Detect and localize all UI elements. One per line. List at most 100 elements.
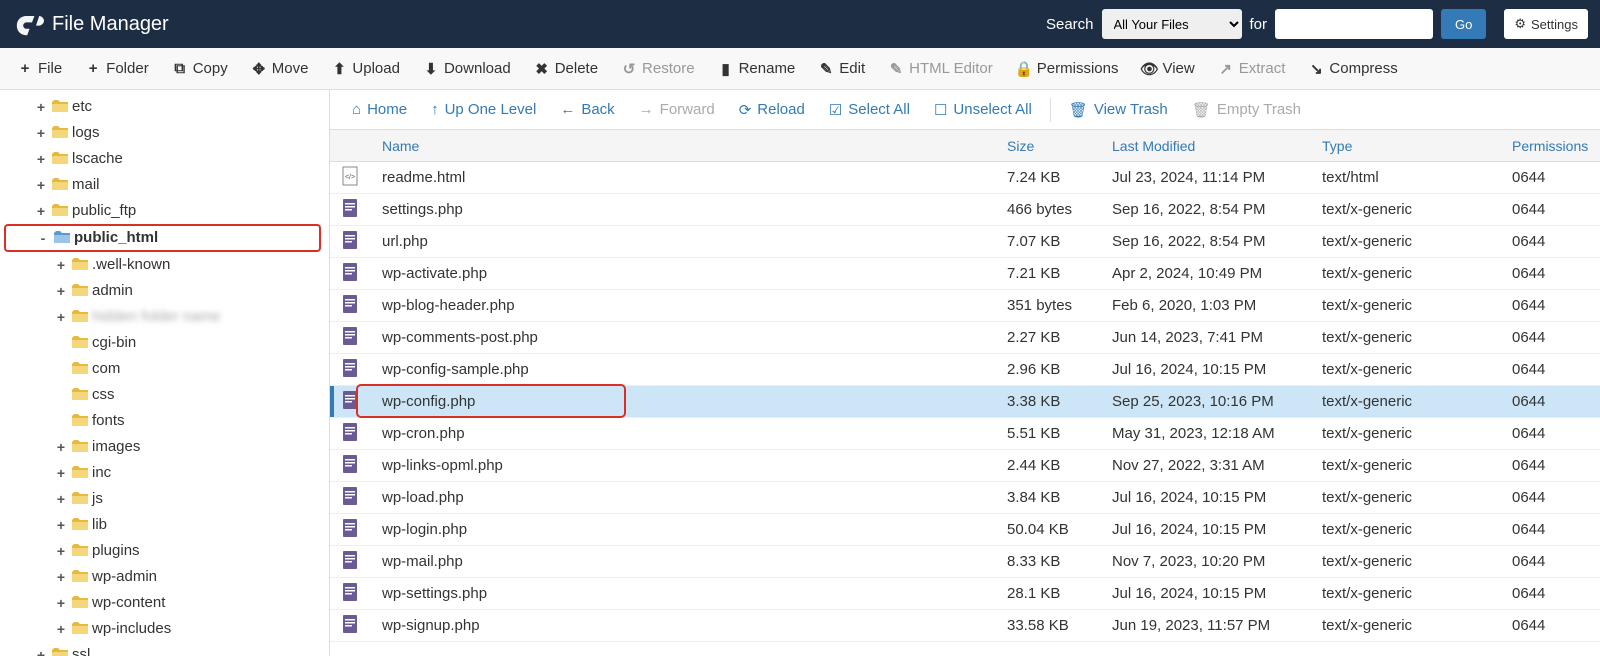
file-row[interactable]: wp-signup.php 33.58 KB Jun 19, 2023, 11:…: [330, 610, 1600, 642]
download-icon: ⬇: [424, 62, 438, 76]
file-row[interactable]: wp-config.php 3.38 KB Sep 25, 2023, 10:1…: [330, 386, 1600, 418]
file-type: text/html: [1310, 169, 1500, 186]
tree-node-ssl[interactable]: +ssl: [4, 642, 321, 656]
tree-node-css[interactable]: css: [4, 382, 321, 408]
tree-node-com[interactable]: com: [4, 356, 321, 382]
tree-node-wp-includes[interactable]: +wp-includes: [4, 616, 321, 642]
file-row[interactable]: wp-config-sample.php 2.96 KB Jul 16, 202…: [330, 354, 1600, 386]
file-row[interactable]: wp-login.php 50.04 KB Jul 16, 2024, 10:1…: [330, 514, 1600, 546]
search-input[interactable]: [1275, 9, 1433, 39]
toggle-icon[interactable]: +: [54, 566, 68, 588]
toggle-icon[interactable]: +: [34, 644, 48, 656]
file-row[interactable]: wp-comments-post.php 2.27 KB Jun 14, 202…: [330, 322, 1600, 354]
tree-node-public_html[interactable]: -public_html: [4, 224, 321, 252]
gear-icon: ⚙: [1514, 16, 1526, 32]
perm-icon: 🔒: [1017, 62, 1031, 76]
copy-button[interactable]: ⧉Copy: [163, 54, 238, 83]
toggle-icon[interactable]: -: [36, 227, 50, 249]
file-row[interactable]: wp-blog-header.php 351 bytes Feb 6, 2020…: [330, 290, 1600, 322]
toggle-icon[interactable]: +: [54, 436, 68, 458]
settings-button[interactable]: ⚙Settings: [1504, 9, 1588, 39]
permissions-button[interactable]: 🔒Permissions: [1007, 54, 1129, 83]
tree-node-public_ftp[interactable]: +public_ftp: [4, 198, 321, 224]
tree-node-images[interactable]: +images: [4, 434, 321, 460]
edit-icon: ✎: [819, 62, 833, 76]
tree-node-blurred[interactable]: +hidden folder name: [4, 304, 321, 330]
toggle-icon[interactable]: +: [54, 306, 68, 328]
reload-button[interactable]: ⟳Reload: [729, 95, 815, 125]
extract-icon: ↗: [1219, 62, 1233, 76]
cpanel-icon: [12, 8, 44, 40]
file-list[interactable]: </> readme.html 7.24 KB Jul 23, 2024, 11…: [330, 162, 1600, 656]
tree-node-cgi-bin[interactable]: cgi-bin: [4, 330, 321, 356]
view-button[interactable]: 👁View: [1132, 54, 1204, 83]
file-row[interactable]: settings.php 466 bytes Sep 16, 2022, 8:5…: [330, 194, 1600, 226]
toggle-icon[interactable]: +: [54, 462, 68, 484]
tree-node-etc[interactable]: +etc: [4, 94, 321, 120]
file-row[interactable]: wp-links-opml.php 2.44 KB Nov 27, 2022, …: [330, 450, 1600, 482]
tree-node-mail[interactable]: +mail: [4, 172, 321, 198]
upload-button[interactable]: ⬆Upload: [322, 54, 410, 83]
tree-node-.well-known[interactable]: +.well-known: [4, 252, 321, 278]
folder-button[interactable]: +Folder: [76, 54, 159, 83]
up-icon: ↑: [431, 101, 439, 118]
toggle-icon[interactable]: +: [34, 96, 48, 118]
col-name[interactable]: Name: [370, 138, 995, 154]
delete-button[interactable]: ✖Delete: [525, 54, 608, 83]
file-row[interactable]: url.php 7.07 KB Sep 16, 2022, 8:54 PM te…: [330, 226, 1600, 258]
up-button[interactable]: ↑Up One Level: [421, 95, 546, 124]
tree-node-lscache[interactable]: +lscache: [4, 146, 321, 172]
move-button[interactable]: ✥Move: [242, 54, 319, 83]
file-row[interactable]: wp-mail.php 8.33 KB Nov 7, 2023, 10:20 P…: [330, 546, 1600, 578]
tree-node-fonts[interactable]: fonts: [4, 408, 321, 434]
go-button[interactable]: Go: [1441, 9, 1486, 39]
viewtrash-button[interactable]: 🗑View Trash: [1059, 95, 1178, 125]
toggle-icon[interactable]: +: [34, 174, 48, 196]
file-row[interactable]: wp-load.php 3.84 KB Jul 16, 2024, 10:15 …: [330, 482, 1600, 514]
toggle-icon[interactable]: +: [54, 514, 68, 536]
toggle-icon[interactable]: +: [54, 540, 68, 562]
col-size[interactable]: Size: [995, 138, 1100, 154]
toggle-icon[interactable]: +: [34, 122, 48, 144]
toggle-icon[interactable]: +: [54, 280, 68, 302]
selectall-button[interactable]: ☑Select All: [819, 95, 920, 125]
file-button[interactable]: +File: [8, 54, 72, 83]
rename-button[interactable]: ▮Rename: [709, 54, 806, 83]
col-type[interactable]: Type: [1310, 138, 1500, 154]
file-modified: Jul 16, 2024, 10:15 PM: [1100, 585, 1310, 602]
tree-node-logs[interactable]: +logs: [4, 120, 321, 146]
toggle-icon[interactable]: +: [34, 148, 48, 170]
file-size: 3.38 KB: [995, 393, 1100, 410]
file-row[interactable]: </> readme.html 7.24 KB Jul 23, 2024, 11…: [330, 162, 1600, 194]
unselectall-button[interactable]: ☐Unselect All: [924, 95, 1042, 125]
folder-tree[interactable]: +etc+logs+lscache+mail+public_ftp-public…: [0, 90, 330, 656]
file-row[interactable]: wp-activate.php 7.21 KB Apr 2, 2024, 10:…: [330, 258, 1600, 290]
edit-button[interactable]: ✎Edit: [809, 54, 875, 83]
back-button[interactable]: ←Back: [550, 95, 624, 124]
file-icon: [330, 326, 370, 350]
file-permissions: 0644: [1500, 489, 1600, 506]
check-icon: ☑: [829, 101, 842, 119]
tree-node-lib[interactable]: +lib: [4, 512, 321, 538]
file-row[interactable]: wp-cron.php 5.51 KB May 31, 2023, 12:18 …: [330, 418, 1600, 450]
tree-node-inc[interactable]: +inc: [4, 460, 321, 486]
header-bar: File Manager Search All Your Files for G…: [0, 0, 1600, 48]
toggle-icon[interactable]: +: [54, 618, 68, 640]
tree-node-wp-content[interactable]: +wp-content: [4, 590, 321, 616]
tree-node-admin[interactable]: +admin: [4, 278, 321, 304]
toggle-icon[interactable]: +: [34, 200, 48, 222]
col-permissions[interactable]: Permissions: [1500, 138, 1600, 154]
toggle-icon[interactable]: +: [54, 254, 68, 276]
search-scope-select[interactable]: All Your Files: [1102, 9, 1242, 39]
home-button[interactable]: ⌂Home: [342, 95, 417, 124]
file-row[interactable]: wp-settings.php 28.1 KB Jul 16, 2024, 10…: [330, 578, 1600, 610]
toggle-icon[interactable]: +: [54, 488, 68, 510]
tree-node-js[interactable]: +js: [4, 486, 321, 512]
compress-button[interactable]: ↘Compress: [1299, 54, 1407, 83]
file-permissions: 0644: [1500, 553, 1600, 570]
col-modified[interactable]: Last Modified: [1100, 138, 1310, 154]
tree-node-plugins[interactable]: +plugins: [4, 538, 321, 564]
toggle-icon[interactable]: +: [54, 592, 68, 614]
tree-node-wp-admin[interactable]: +wp-admin: [4, 564, 321, 590]
download-button[interactable]: ⬇Download: [414, 54, 521, 83]
